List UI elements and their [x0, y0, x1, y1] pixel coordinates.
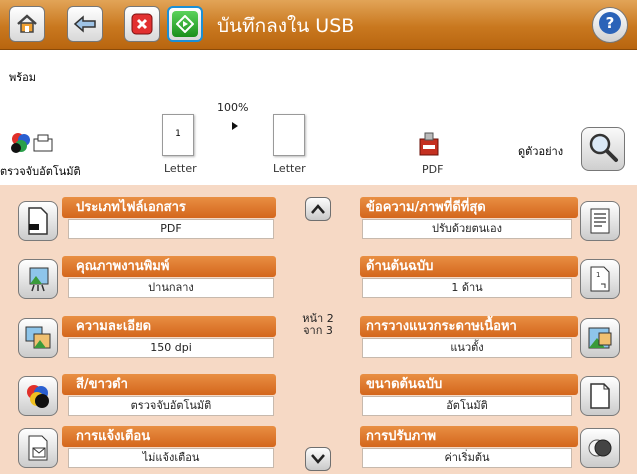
setting-value: ตรวจจับอัตโนมัติ [68, 396, 274, 416]
back-icon [73, 15, 97, 33]
setting-print-quality[interactable]: คุณภาพงานพิมพ์ ปานกลาง [62, 256, 276, 302]
chevron-up-icon [311, 204, 325, 214]
original-size-icon[interactable] [580, 376, 620, 416]
usb-pdf-icon [416, 131, 442, 161]
title-bar: บันทึกลงใน USB ? [0, 0, 637, 50]
setting-value: แนวตั้ง [362, 338, 572, 358]
setting-value: ค่าเริ่มต้น [362, 448, 572, 468]
original-sides-icon[interactable]: 1 [580, 259, 620, 299]
preview-label: ดูตัวอย่าง [518, 145, 564, 158]
page-2-size: Letter [273, 162, 306, 175]
start-button[interactable] [167, 6, 203, 42]
setting-value: ปรับด้วยตนเอง [362, 219, 572, 239]
setting-original-size[interactable]: ขนาดต้นฉบับ อัตโนมัติ [360, 374, 578, 420]
setting-label: ด้านต้นฉบับ [360, 256, 578, 277]
setting-label: คุณภาพงานพิมพ์ [62, 256, 276, 277]
back-button[interactable] [67, 6, 103, 42]
magnifier-icon [587, 131, 619, 167]
setting-label: การแจ้งเตือน [62, 426, 276, 447]
orientation-icon[interactable] [580, 318, 620, 358]
home-button[interactable] [9, 6, 45, 42]
setting-value: ไม่แจ้งเตือน [68, 448, 274, 468]
of-line: จาก 3 [303, 324, 333, 337]
setting-label: การปรับภาพ [360, 426, 578, 447]
next-page-arrow-icon[interactable] [232, 122, 238, 130]
color-icon[interactable] [18, 376, 58, 416]
page-indicator: หน้า 2 จาก 3 [300, 313, 336, 337]
setting-value: อัตโนมัติ [362, 396, 572, 416]
zoom-level: 100% [217, 101, 249, 114]
document-file-icon[interactable] [18, 201, 58, 241]
start-icon [172, 11, 198, 37]
setting-file-type[interactable]: ประเภทไฟล์เอกสาร PDF [62, 197, 276, 243]
resolution-icon[interactable] [18, 318, 58, 358]
scroll-up-button[interactable] [305, 197, 331, 221]
help-button[interactable]: ? [592, 7, 628, 43]
preview-button[interactable] [581, 127, 625, 171]
setting-text-image[interactable]: ข้อความ/ภาพที่ดีที่สุด ปรับด้วยตนเอง [360, 197, 578, 243]
print-quality-icon[interactable] [18, 259, 58, 299]
page-thumbnail-1[interactable]: 1 [162, 114, 194, 156]
setting-value: 150 dpi [68, 338, 274, 358]
setting-resolution[interactable]: ความละเอียด 150 dpi [62, 316, 276, 362]
setting-label: ข้อความ/ภาพที่ดีที่สุด [360, 197, 578, 218]
setting-notification[interactable]: การแจ้งเตือน ไม่แจ้งเตือน [62, 426, 276, 472]
auto-color-icon [10, 131, 58, 161]
page-number: 1 [175, 129, 181, 139]
notification-icon[interactable] [18, 428, 58, 468]
setting-label: สี/ขาวดำ [62, 374, 276, 395]
setting-value: PDF [68, 219, 274, 239]
setting-label: ประเภทไฟล์เอกสาร [62, 197, 276, 218]
svg-text:1: 1 [596, 271, 600, 279]
setting-color[interactable]: สี/ขาวดำ ตรวจจับอัตโนมัติ [62, 374, 276, 420]
page-1-size: Letter [164, 162, 197, 175]
text-image-icon[interactable] [580, 201, 620, 241]
file-type-label: PDF [422, 163, 444, 176]
page-title: บันทึกลงใน USB [217, 15, 355, 37]
stop-icon [131, 13, 153, 35]
setting-image-adjust[interactable]: การปรับภาพ ค่าเริ่มต้น [360, 426, 578, 472]
setting-value: 1 ด้าน [362, 278, 572, 298]
scroll-down-button[interactable] [305, 447, 331, 471]
setting-label: การวางแนวกระดาษเนื้อหา [360, 316, 578, 337]
image-adjust-icon[interactable] [580, 428, 620, 468]
setting-label: ขนาดต้นฉบับ [360, 374, 578, 395]
setting-value: ปานกลาง [68, 278, 274, 298]
svg-text:?: ? [606, 14, 615, 32]
setting-orientation[interactable]: การวางแนวกระดาษเนื้อหา แนวตั้ง [360, 316, 578, 362]
setting-label: ความละเอียด [62, 316, 276, 337]
status-text: พร้อม [9, 71, 37, 84]
page-thumbnail-2[interactable] [273, 114, 305, 156]
screen: บันทึกลงใน USB ? พร้อม ตรวจจับอัตโนมัติ … [0, 0, 637, 474]
autodetect-label: ตรวจจับอัตโนมัติ [0, 165, 81, 178]
setting-original-sides[interactable]: ด้านต้นฉบับ 1 ด้าน [360, 256, 578, 302]
home-icon [16, 14, 38, 34]
help-icon: ? [598, 11, 622, 39]
stop-button[interactable] [124, 6, 160, 42]
chevron-down-icon [311, 454, 325, 464]
